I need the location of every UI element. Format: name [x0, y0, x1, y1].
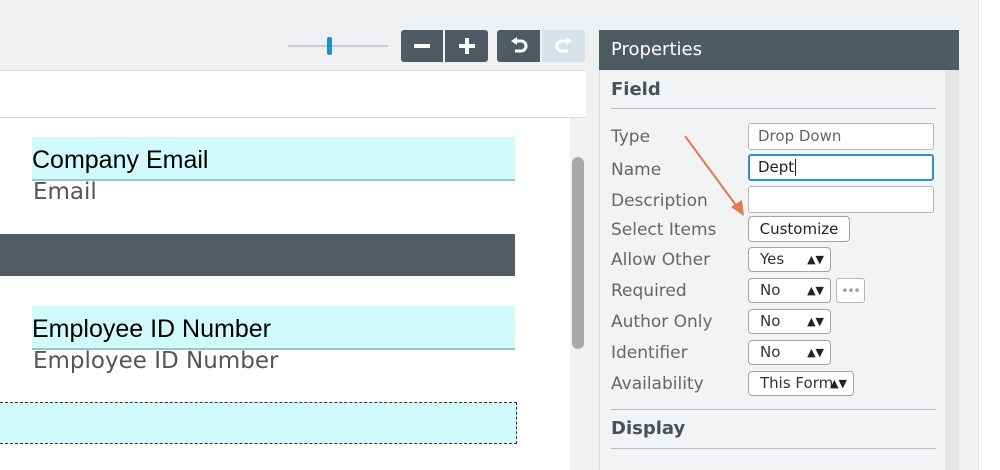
- annotation-arrow-icon: [684, 135, 744, 216]
